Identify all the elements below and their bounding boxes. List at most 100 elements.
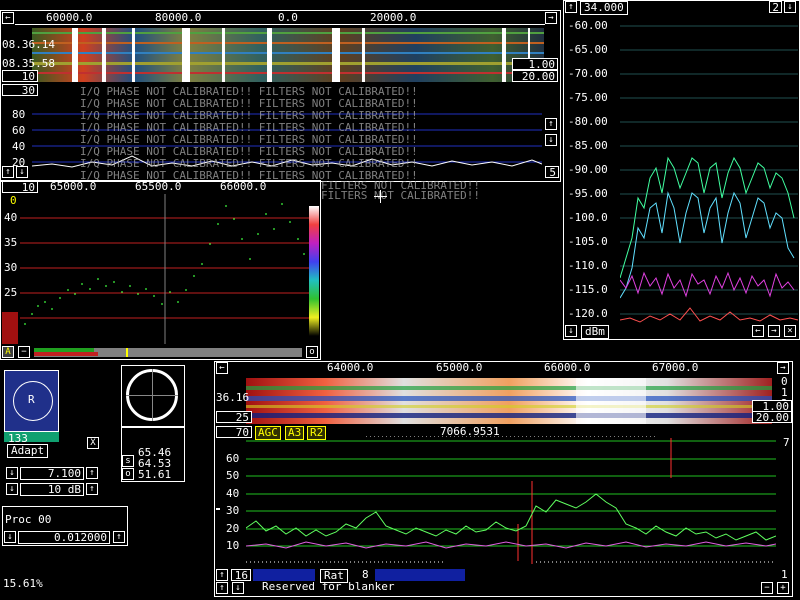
bottom-ytick-60: 60 (226, 452, 240, 465)
right-ytick-12: -115.0 (568, 283, 608, 296)
readout-3: 51.61 (138, 468, 172, 481)
right-ytick-4: -75.00 (568, 91, 608, 104)
warning-line-7: I/Q PHASE NOT CALIBRATED!! FILTERS NOT C… (80, 157, 418, 170)
right-unit-label: dBm (581, 325, 609, 339)
top-right-value-1[interactable]: 1.00 (512, 58, 558, 71)
right-ytick-10: -105.0 (568, 235, 608, 248)
bottom-left-value[interactable]: 25 (216, 411, 252, 424)
bottom-ytick-40: 40 (226, 487, 240, 500)
mid-color-scale (309, 206, 319, 336)
top-spec-left-up-button[interactable]: ↓ (16, 166, 28, 178)
warning-line-1: I/Q PHASE NOT CALIBRATED!! FILTERS NOT C… (80, 85, 418, 98)
top-freq-label-2: 80000.0 (155, 11, 202, 24)
right-top-right-value[interactable]: 2 (769, 1, 782, 14)
right-ytick-5: -80.00 (568, 115, 608, 128)
warning-line-4: I/Q PHASE NOT CALIBRATED!! FILTERS NOT C… (80, 121, 418, 134)
right-ytick-3: -70.00 (568, 67, 608, 80)
right-bottom-left-button[interactable]: ← (752, 325, 764, 337)
right-ytick-13: -120.0 (568, 307, 608, 320)
bottom-ytick-10: 10 (226, 539, 240, 552)
bottom-freq-label-2: 65000.0 (436, 361, 483, 374)
right-ytick-11: -110.0 (568, 259, 608, 272)
freq-value[interactable]: 7.100 (20, 467, 84, 480)
top-spec-right-value[interactable]: 5 (545, 166, 559, 179)
top-waterfall-image (32, 28, 544, 82)
top-spec-up-button[interactable]: ↑ (545, 118, 557, 130)
right-top-down-button[interactable]: ↓ (784, 1, 796, 13)
right-ytick-1: -60.00 (568, 19, 608, 32)
a-button[interactable]: A (2, 346, 14, 358)
o-button[interactable]: o (122, 468, 134, 480)
warning-line-2: I/Q PHASE NOT CALIBRATED!! FILTERS NOT C… (80, 97, 418, 110)
mid-freq-label-1: 65000.0 (50, 180, 97, 193)
right-top-value[interactable]: 34.000 (580, 1, 628, 15)
freq-up-button[interactable]: ↑ (86, 467, 98, 479)
bottom-minus-button[interactable]: − (761, 582, 773, 594)
top-spec-ytick-3: 40 (12, 140, 26, 153)
mid-ytick-2: 35 (4, 236, 18, 249)
warning-line-6: I/Q PHASE NOT CALIBRATED!! FILTERS NOT C… (80, 145, 418, 158)
right-spectrum-graph (620, 25, 798, 323)
right-bottom-right-button[interactable]: → (768, 325, 780, 337)
proc-label: Proc 00 (5, 513, 52, 526)
bottom-scroll-right-button[interactable]: → (777, 362, 789, 374)
mid-o-button[interactable]: o (306, 346, 318, 358)
top-time-label-1: 08.36.14 (2, 38, 55, 51)
top-freq-label-3: 0.0 (278, 11, 298, 24)
top-spec-ytick-1: 80 (12, 108, 26, 121)
bottom-right-bottom-value: 1 (781, 568, 788, 581)
bottom-waterfall-image (246, 378, 772, 424)
top-spec-left-down-button[interactable]: ↑ (2, 166, 14, 178)
top-left-value-2[interactable]: 30 (2, 84, 38, 97)
blanker-text: Reserved for blanker (262, 580, 395, 593)
bottom-right-value-2[interactable]: 20.00 (752, 411, 792, 424)
bottom-down-button[interactable]: ↓ (232, 582, 244, 594)
bottom-side-marker (216, 508, 220, 510)
bottom-freq-label-4: 67000.0 (652, 361, 699, 374)
bottom-up-button[interactable]: ↑ (216, 569, 228, 581)
mid-ytick-1: 40 (4, 211, 18, 224)
bottom-freq-label-1: 64000.0 (327, 361, 374, 374)
right-bottom-down-button[interactable]: ↓ (565, 325, 577, 337)
bottom-left-value-16[interactable]: 16 (231, 569, 251, 582)
bottom-spec-right-value: 7 (783, 436, 790, 449)
top-spec-ytick-2: 60 (12, 124, 26, 137)
right-ytick-6: -85.00 (568, 139, 608, 152)
mid-level-bar[interactable] (34, 348, 302, 357)
bottom-time-label: 36.16 (216, 391, 250, 404)
bottom-scroll-left-button[interactable]: ← (216, 362, 228, 374)
right-ytick-7: -90.00 (568, 163, 608, 176)
top-freq-label-4: 20000.0 (370, 11, 417, 24)
freq-down-button[interactable]: ↓ (6, 467, 18, 479)
proc-up-button[interactable]: ↑ (113, 531, 125, 543)
top-time-label-2: 08.35.58 (2, 57, 55, 70)
percent-label: 15.61% (3, 577, 43, 590)
top-scroll-left-button[interactable]: ← (2, 12, 14, 24)
bottom-up-button-2[interactable]: ↑ (216, 582, 228, 594)
x-button[interactable]: X (87, 437, 99, 449)
mid-freq-label-2: 65500.0 (135, 180, 182, 193)
bottom-plus-button[interactable]: + (777, 582, 789, 594)
proc-value[interactable]: 0.012000 (18, 531, 110, 544)
adapt-button[interactable]: Adapt (7, 444, 49, 458)
warning-line-5: I/Q PHASE NOT CALIBRATED!! FILTERS NOT C… (80, 133, 418, 146)
mid-left-value[interactable]: 10 (2, 181, 38, 194)
s-button[interactable]: s (122, 455, 134, 467)
top-right-value-2[interactable]: 20.00 (512, 70, 558, 83)
r-display: R (4, 370, 59, 432)
top-scroll-right-button[interactable]: → (545, 12, 557, 24)
bottom-ytick-20: 20 (226, 522, 240, 535)
top-spec-down-button[interactable]: ↓ (545, 134, 557, 146)
bottom-ytick-50: 50 (226, 469, 240, 482)
top-left-value-1[interactable]: 10 (2, 70, 38, 83)
top-freq-label-1: 60000.0 (46, 11, 93, 24)
db-down-button[interactable]: ↓ (6, 483, 18, 495)
right-up-button[interactable]: ↑ (565, 1, 577, 13)
mid-minus-button[interactable]: − (18, 346, 30, 358)
db-up-button[interactable]: ↑ (86, 483, 98, 495)
circle-scope (121, 365, 185, 427)
right-bottom-x-button[interactable]: × (784, 325, 796, 337)
mid-red-bar (2, 312, 18, 344)
db-value[interactable]: 10 dB (20, 483, 84, 496)
proc-down-button[interactable]: ↓ (4, 531, 16, 543)
